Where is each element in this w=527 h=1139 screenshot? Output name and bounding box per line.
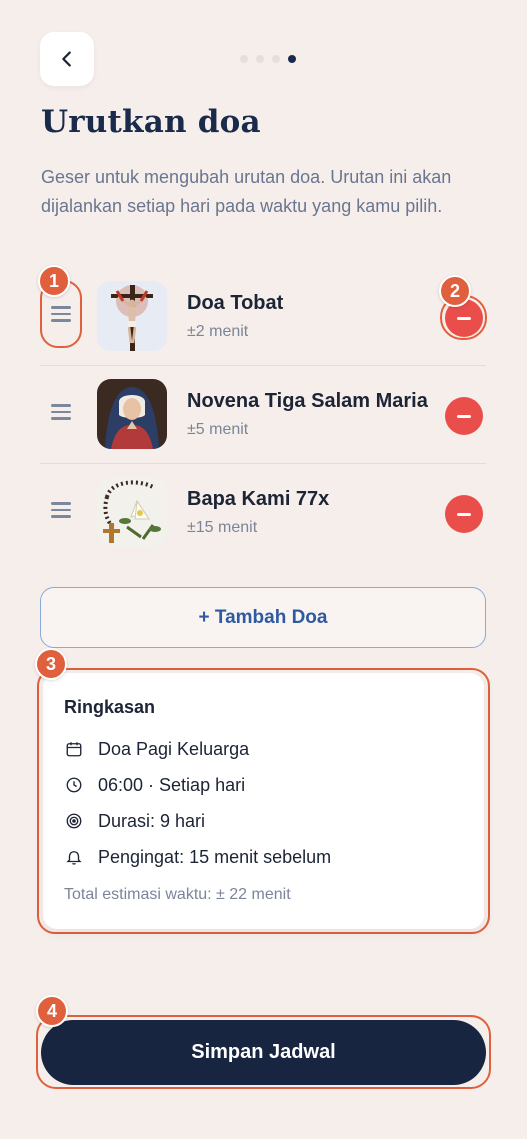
save-schedule-button[interactable]: Simpan Jadwal	[41, 1020, 486, 1085]
calendar-icon	[64, 739, 84, 759]
annotation-badge: 4	[36, 995, 68, 1027]
summary-card: Ringkasan Doa Pagi Keluarga 06:00 · Seti…	[43, 673, 484, 929]
step-dot-active	[288, 55, 296, 63]
annotation-badge: 1	[38, 265, 70, 297]
prayer-list: Doa Tobat ±2 menit Novena Tiga Salam Mar…	[40, 268, 487, 562]
annotation-badge: 2	[439, 275, 471, 307]
drag-handle-icon	[51, 404, 71, 420]
drag-handle[interactable]	[40, 476, 82, 544]
drag-handle[interactable]	[40, 378, 82, 446]
prayer-duration: ±5 menit	[187, 421, 249, 438]
remove-button[interactable]	[445, 495, 483, 533]
target-icon	[64, 811, 84, 831]
page-subtitle: Geser untuk mengubah urutan doa. Urutan …	[41, 167, 452, 216]
prayer-name: Doa Tobat	[187, 292, 284, 314]
drag-handle-icon	[51, 306, 71, 322]
summary-row-time: 06:00 · Setiap hari	[64, 773, 245, 797]
prayer-item[interactable]: Bapa Kami 77x ±15 menit	[40, 464, 486, 562]
step-indicator	[240, 55, 296, 63]
summary-row-schedule-name: Doa Pagi Keluarga	[64, 737, 249, 761]
summary-title: Ringkasan	[64, 697, 156, 717]
annotation-badge: 3	[35, 648, 67, 680]
bell-icon	[64, 847, 84, 867]
step-dot	[240, 55, 248, 63]
minus-icon	[457, 512, 471, 516]
virgin-mary-image	[97, 379, 167, 449]
back-button[interactable]	[40, 32, 94, 86]
total-estimate: Total estimasi waktu: ± 22 menit	[64, 886, 291, 903]
step-dot	[256, 55, 264, 63]
summary-row-text: Pengingat: 15 menit sebelum	[98, 846, 332, 867]
rosary-lily-image	[97, 477, 167, 547]
prayer-name: Bapa Kami 77x	[187, 488, 330, 510]
clock-icon	[64, 775, 84, 795]
minus-icon	[457, 316, 471, 320]
summary-row-duration: Durasi: 9 hari	[64, 809, 205, 833]
summary-row-text: Doa Pagi Keluarga	[98, 738, 250, 759]
prayer-item[interactable]: Novena Tiga Salam Maria ±5 menit	[40, 366, 486, 464]
minus-icon	[457, 414, 471, 418]
prayer-duration: ±2 menit	[187, 323, 249, 340]
prayer-duration: ±15 menit	[187, 519, 258, 536]
prayer-item[interactable]: Doa Tobat ±2 menit	[40, 268, 487, 366]
crucifix-image	[97, 281, 167, 351]
add-prayer-button[interactable]: + Tambah Doa	[40, 587, 486, 648]
summary-row-text: 06:00 · Setiap hari	[98, 774, 246, 795]
chevron-left-icon	[62, 51, 71, 67]
summary-row-reminder: Pengingat: 15 menit sebelum	[64, 845, 331, 869]
prayer-name: Novena Tiga Salam Maria	[187, 390, 428, 412]
remove-button[interactable]	[445, 397, 483, 435]
summary-row-text: Durasi: 9 hari	[98, 810, 206, 831]
drag-handle-icon	[51, 502, 71, 518]
step-dot	[272, 55, 280, 63]
page-title: Urutkan doa	[41, 104, 261, 140]
